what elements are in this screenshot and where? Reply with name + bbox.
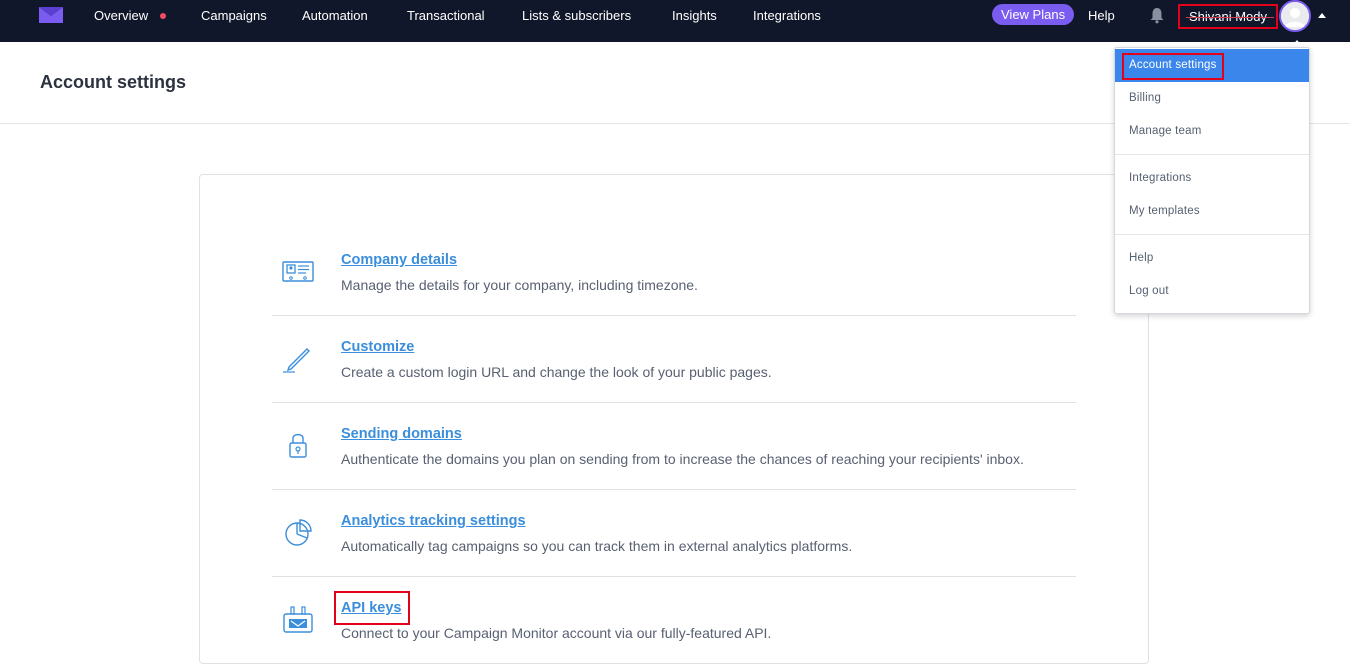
analytics-tracking-link[interactable]: Analytics tracking settings — [341, 513, 526, 529]
menu-item-billing[interactable]: Billing — [1115, 82, 1309, 115]
user-avatar-icon — [1281, 2, 1309, 30]
top-nav: Overview Campaigns Automation Transactio… — [0, 0, 1350, 42]
analytics-tracking-description: Automatically tag campaigns so you can t… — [341, 538, 853, 554]
api-plug-icon — [283, 606, 313, 633]
nav-automation[interactable]: Automation — [302, 8, 368, 24]
sending-domains-description: Authenticate the domains you plan on sen… — [341, 451, 1024, 467]
api-keys-description: Connect to your Campaign Monitor account… — [341, 625, 772, 641]
pie-chart-icon — [285, 519, 312, 546]
menu-item-log-out[interactable]: Log out — [1115, 275, 1309, 308]
customize-link[interactable]: Customize — [341, 339, 414, 355]
nav-help[interactable]: Help — [1088, 8, 1115, 24]
menu-item-my-templates[interactable]: My templates — [1115, 195, 1309, 228]
settings-card: Company details Manage the details for y… — [199, 174, 1149, 664]
menu-item-manage-team[interactable]: Manage team — [1115, 115, 1309, 148]
setting-company-details: Company details Manage the details for y… — [272, 229, 1076, 316]
nav-integrations[interactable]: Integrations — [753, 8, 821, 24]
menu-divider — [1115, 154, 1309, 155]
nav-transactional[interactable]: Transactional — [407, 8, 485, 24]
menu-item-account-settings[interactable]: Account settings — [1115, 49, 1309, 82]
menu-divider — [1115, 234, 1309, 235]
setting-api-keys: API keys Connect to your Campaign Monito… — [272, 577, 1076, 664]
api-keys-highlight — [334, 591, 410, 625]
nav-campaigns[interactable]: Campaigns — [201, 8, 267, 24]
setting-analytics-tracking: Analytics tracking settings Automaticall… — [272, 490, 1076, 577]
setting-sending-domains: Sending domains Authenticate the domains… — [272, 403, 1076, 490]
customize-description: Create a custom login URL and change the… — [341, 364, 772, 380]
pen-icon — [283, 348, 310, 373]
view-plans-button[interactable]: View Plans — [992, 4, 1075, 25]
company-details-description: Manage the details for your company, inc… — [341, 277, 698, 293]
campaign-monitor-logo[interactable] — [39, 7, 63, 23]
page-title: Account settings — [40, 72, 187, 92]
menu-item-integrations[interactable]: Integrations — [1115, 162, 1309, 195]
setting-customize: Customize Create a custom login URL and … — [272, 316, 1076, 403]
account-settings-highlight — [1122, 53, 1224, 80]
bell-icon[interactable] — [1148, 6, 1166, 24]
avatar[interactable] — [1279, 0, 1311, 32]
company-details-link[interactable]: Company details — [341, 252, 457, 268]
nav-overview[interactable]: Overview — [94, 8, 148, 24]
nav-insights[interactable]: Insights — [672, 8, 717, 24]
redaction-strike — [1186, 17, 1274, 18]
lock-icon — [289, 433, 307, 458]
notification-dot — [160, 13, 166, 19]
menu-item-help[interactable]: Help — [1115, 242, 1309, 275]
id-card-icon — [282, 261, 314, 282]
user-dropdown-menu: Account settings Billing Manage team Int… — [1114, 47, 1310, 314]
nav-lists-subscribers[interactable]: Lists & subscribers — [522, 8, 631, 24]
user-name-menu[interactable]: Shivani Mody — [1178, 4, 1278, 29]
caret-up-icon[interactable] — [1318, 13, 1326, 18]
sending-domains-link[interactable]: Sending domains — [341, 426, 462, 442]
